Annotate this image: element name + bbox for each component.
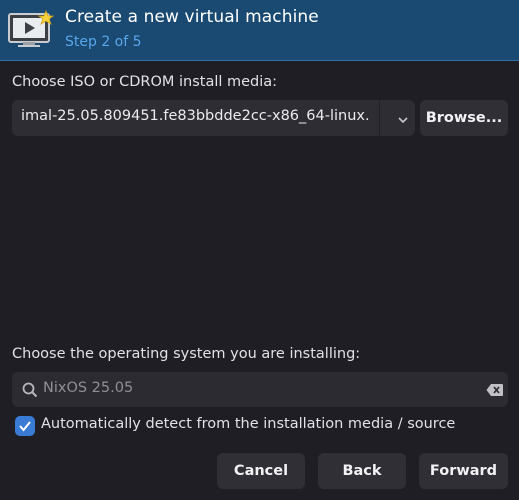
forward-button[interactable]: Forward: [419, 453, 508, 489]
cancel-button[interactable]: Cancel: [217, 453, 305, 489]
clear-search-icon[interactable]: [486, 382, 504, 396]
chevron-down-icon[interactable]: [396, 112, 410, 126]
os-select-label: Choose the operating system you are inst…: [12, 346, 361, 362]
checkmark-icon: [19, 421, 31, 432]
virtual-machine-new-icon: [8, 9, 56, 49]
iso-media-value[interactable]: imal-25.05.809451.fe83bbdde2cc-x86_64-li…: [21, 108, 371, 124]
install-media-label: Choose ISO or CDROM install media:: [12, 74, 278, 90]
os-search-input[interactable]: NixOS 25.05: [12, 372, 508, 407]
os-search-placeholder: NixOS 25.05: [43, 380, 134, 396]
wizard-title: Create a new virtual machine: [65, 7, 319, 27]
wizard-step-indicator: Step 2 of 5: [65, 34, 142, 50]
search-icon: [22, 382, 38, 398]
back-button[interactable]: Back: [318, 453, 406, 489]
wizard-header: Create a new virtual machine Step 2 of 5: [0, 0, 519, 61]
auto-detect-label[interactable]: Automatically detect from the installati…: [41, 416, 455, 432]
iso-media-combobox[interactable]: imal-25.05.809451.fe83bbdde2cc-x86_64-li…: [12, 100, 415, 136]
combobox-separator: [379, 100, 380, 136]
browse-button[interactable]: Browse...: [420, 100, 508, 136]
auto-detect-checkbox[interactable]: [15, 416, 35, 436]
